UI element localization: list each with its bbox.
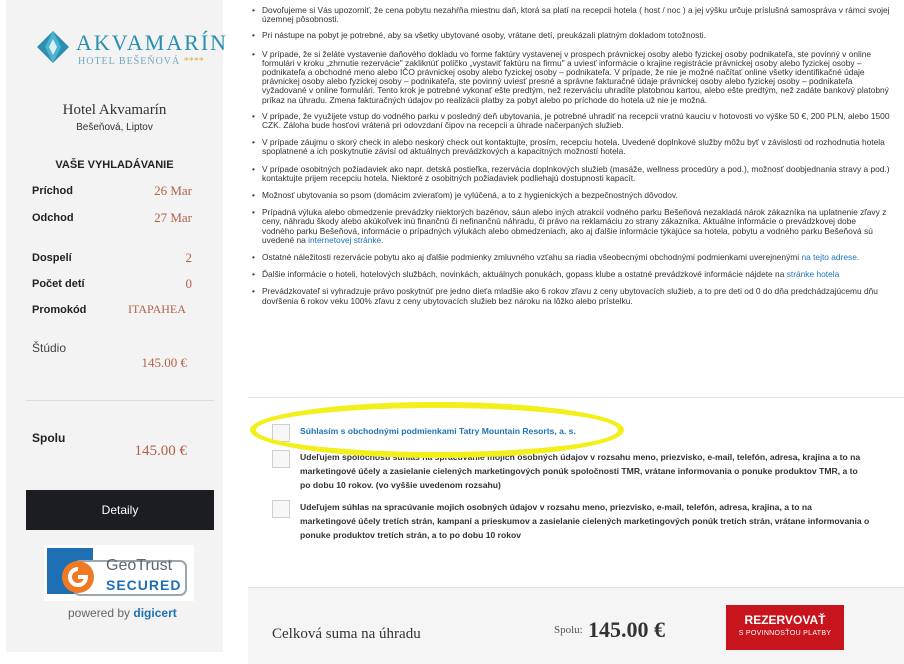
reserve-button[interactable]: REZERVOVAŤ S POVINNOSŤOU PLATBY (726, 605, 844, 650)
hotel-page-link[interactable]: stránke hotela (787, 269, 840, 279)
total-due-label: Celková suma na úhradu (272, 626, 421, 642)
geotrust-seal[interactable]: GeoTrust SECURED powered by digicert (44, 545, 194, 625)
geotrust-name: GeoTrust (106, 557, 173, 574)
term-text: Ďalšie informácie o hoteli, hotelových s… (262, 269, 785, 280)
term-item: V prípade osobitných požiadaviek ako nap… (250, 164, 890, 183)
logo-subtitle: HOTEL BEŠEŇOVÁ **** (78, 56, 204, 67)
term-item: Možnosť ubytovania so psom (domácim zvie… (250, 190, 890, 200)
term-item: Dovoľujeme si Vás upozorniť, že cena pob… (250, 5, 890, 24)
sidebar-total-label: Spolu (32, 431, 66, 445)
sidebar-total-price: 145.00 € (134, 443, 188, 459)
total-spolu-label: Spolu: (554, 624, 583, 636)
sidebar-divider (26, 400, 214, 401)
term-item: Pri nástupe na pobyt je potrebné, aby sa… (250, 31, 890, 41)
consent-third-party-checkbox[interactable] (272, 500, 290, 518)
reserve-button-label: REZERVOVAŤ (744, 613, 826, 627)
hotel-location: Bešeňová, Liptov (76, 122, 153, 133)
geotrust-secured: SECURED (106, 577, 182, 593)
summary-row-departure: Odchod 27 Mar (32, 210, 192, 226)
details-button[interactable]: Detaily (26, 490, 214, 530)
term-item: V prípade, že si želáte vystavenie daňov… (250, 49, 890, 105)
summary-label: Príchod (32, 185, 73, 197)
term-item: V prípade záujmu o skorý check in alebo … (250, 138, 890, 157)
booking-terms: Dovoľujeme si Vás upozorniť, že cena pob… (250, 5, 890, 306)
logo-stars: **** (183, 56, 204, 67)
room-price: 145.00 € (141, 355, 188, 370)
summary-label: Dospelí (32, 252, 72, 264)
payment-footer: Celková suma na úhradu Spolu: 145.00 € R… (248, 588, 904, 664)
term-item: Prevádzkovateľ si vyhradzuje právo posky… (250, 287, 890, 306)
tos-link[interactable]: na tejto adrese. (801, 252, 859, 262)
summary-value: 0 (185, 276, 193, 291)
consent-third-party-text: Udeľujem súhlas na spracúvanie mojich os… (300, 502, 870, 540)
diamond-logo-icon (37, 31, 69, 63)
logo-brand: AKVAMARÍN (76, 30, 229, 55)
summary-value: 26 Mar (154, 183, 192, 198)
powered-by-text: powered by (68, 606, 131, 620)
summary-label: Počet detí (32, 278, 85, 290)
digicert-brand: digicert (133, 606, 177, 620)
summary-row-arrival: Príchod 26 Mar (32, 183, 192, 199)
promo-code-value: ITAPAHEA (128, 302, 186, 316)
terms-list: Dovoľujeme si Vás upozorniť, že cena pob… (250, 5, 890, 306)
hotel-logo: AKVAMARÍN HOTEL BEŠEŇOVÁ **** (28, 26, 226, 70)
hotel-name: Hotel Akvamarín (62, 102, 167, 118)
term-item-water-park: Prípadná výluka alebo obmedzenie prevádz… (250, 208, 890, 245)
summary-row-children: Počet detí 0 (32, 276, 192, 292)
consent-marketing-tmr-checkbox[interactable] (272, 450, 290, 468)
highlight-ellipse (250, 402, 624, 458)
summary-value: 2 (185, 250, 193, 265)
search-summary-title: VAŠE VYHLADÁVANIE (55, 159, 174, 171)
summary-label: Odchod (32, 212, 74, 224)
term-item: V prípade, že využijete vstup do vodného… (250, 111, 890, 130)
section-divider (248, 397, 904, 398)
geotrust-powered: powered by digicert (68, 606, 177, 620)
room-type-label: Štúdio (32, 341, 67, 355)
summary-label: Promokód (32, 304, 87, 316)
summary-row-promo: Promokód ITAPAHEA (32, 302, 192, 318)
logo-sub-text: HOTEL BEŠEŇOVÁ (78, 56, 181, 67)
booking-summary-page: AKVAMARÍN HOTEL BEŠEŇOVÁ **** Hotel Akva… (0, 0, 904, 664)
booking-sidebar: AKVAMARÍN HOTEL BEŠEŇOVÁ **** Hotel Akva… (6, 0, 226, 652)
water-park-link[interactable]: internetovej stránke. (308, 235, 383, 245)
total-amount: 145.00 € (588, 617, 665, 642)
term-item-hotel-info: Ďalšie informácie o hoteli, hotelových s… (250, 269, 890, 280)
term-text: Ostatné náležitosti rezervácie pobytu ak… (262, 252, 800, 263)
reserve-button-sublabel: S POVINNOSŤOU PLATBY (738, 630, 832, 637)
summary-row-adults: Dospelí 2 (32, 250, 192, 266)
summary-value: 27 Mar (154, 210, 192, 225)
term-item-tos: Ostatné náležitosti rezervácie pobytu ak… (250, 252, 890, 263)
